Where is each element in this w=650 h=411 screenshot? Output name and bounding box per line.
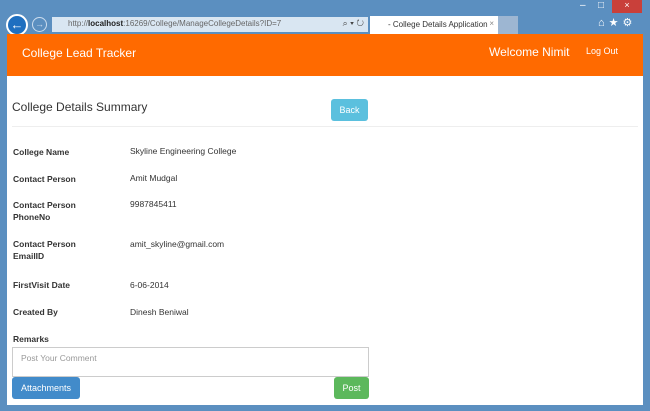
url-host: localhost <box>88 19 124 28</box>
tab-title: - College Details Application <box>388 20 488 29</box>
field-value: 6-06-2014 <box>130 280 169 290</box>
welcome-text: Welcome Nimit <box>489 45 570 59</box>
search-refresh-icon[interactable]: ⌕ ▾ ↻ <box>343 18 364 29</box>
new-tab-button[interactable] <box>498 16 518 34</box>
browser-tools-icons[interactable]: ⌂★⚙ <box>598 16 636 29</box>
back-arrow-icon[interactable]: ← <box>6 14 28 36</box>
field-label: Contact Person PhoneNo <box>13 200 76 222</box>
maximize-icon[interactable]: □ <box>598 0 604 11</box>
close-window-icon[interactable]: × <box>612 0 642 13</box>
field-label: Created By <box>13 307 58 317</box>
divider <box>12 126 638 127</box>
back-button[interactable]: Back <box>331 99 368 121</box>
close-tab-icon[interactable]: × <box>489 19 494 28</box>
field-value: Dinesh Beniwal <box>130 307 189 317</box>
browser-tab[interactable]: - College Details Application × <box>370 16 498 34</box>
page: College Lead Tracker Welcome Nimit Log O… <box>7 34 643 405</box>
remarks-label: Remarks <box>13 334 49 344</box>
minimize-icon[interactable]: – <box>580 0 586 11</box>
post-button[interactable]: Post <box>334 377 369 399</box>
navbar: College Lead Tracker Welcome Nimit Log O… <box>7 34 643 76</box>
page-title: College Details Summary <box>12 100 148 114</box>
url-prefix: http:// <box>68 19 89 28</box>
brand-link[interactable]: College Lead Tracker <box>22 46 136 60</box>
url-path: :16269/College/ManageCollegeDetails?ID=7 <box>123 19 282 28</box>
browser-chrome: ← → http://localhost:16269/College/Manag… <box>0 0 650 36</box>
field-value: Skyline Engineering College <box>130 146 237 156</box>
field-value: 9987845411 <box>130 199 177 209</box>
field-label: Contact Person <box>13 174 76 184</box>
field-label: Contact Person EmailID <box>13 239 76 261</box>
comment-textarea[interactable]: Post Your Comment <box>12 347 369 377</box>
logout-link[interactable]: Log Out <box>586 46 618 56</box>
field-label: College Name <box>13 147 70 157</box>
address-bar[interactable]: http://localhost:16269/College/ManageCol… <box>52 17 368 32</box>
attachments-button[interactable]: Attachments <box>12 377 80 399</box>
field-label: FirstVisit Date <box>13 280 71 290</box>
field-value: Amit Mudgal <box>130 173 178 183</box>
forward-arrow-icon[interactable]: → <box>32 17 47 32</box>
field-value: amit_skyline@gmail.com <box>130 239 225 249</box>
